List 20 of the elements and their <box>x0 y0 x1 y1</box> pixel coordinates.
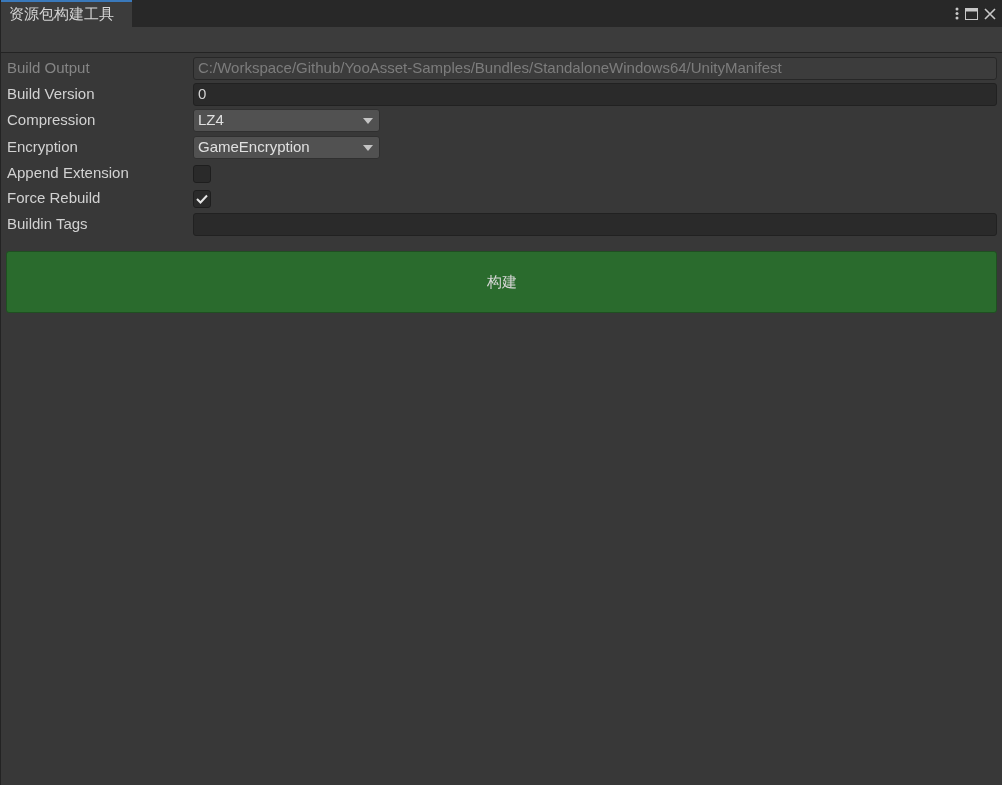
build-button[interactable]: 构建 <box>6 251 997 313</box>
field-label: Buildin Tags <box>6 213 89 234</box>
caret-icon <box>363 144 373 151</box>
field-label: Build Output <box>6 57 91 78</box>
field-label: Append Extension <box>6 163 130 184</box>
dropdown[interactable]: GameEncryption <box>193 136 380 159</box>
text-field[interactable]: 0 <box>193 82 997 106</box>
field-label: Encryption <box>6 137 79 158</box>
more-icon[interactable] <box>955 7 959 20</box>
caret-icon <box>363 117 373 124</box>
maximize-icon[interactable] <box>965 7 978 20</box>
dropdown[interactable]: LZ4 <box>193 109 380 132</box>
field-label: Build Version <box>6 83 96 104</box>
field-label: Force Rebuild <box>6 188 102 209</box>
field-label: Compression <box>6 110 97 131</box>
close-icon[interactable] <box>984 7 996 20</box>
checkbox[interactable] <box>193 164 211 183</box>
checkmark-icon <box>196 193 208 204</box>
checkbox[interactable] <box>193 189 211 208</box>
window-tab[interactable]: 资源包构建工具 <box>1 0 132 27</box>
